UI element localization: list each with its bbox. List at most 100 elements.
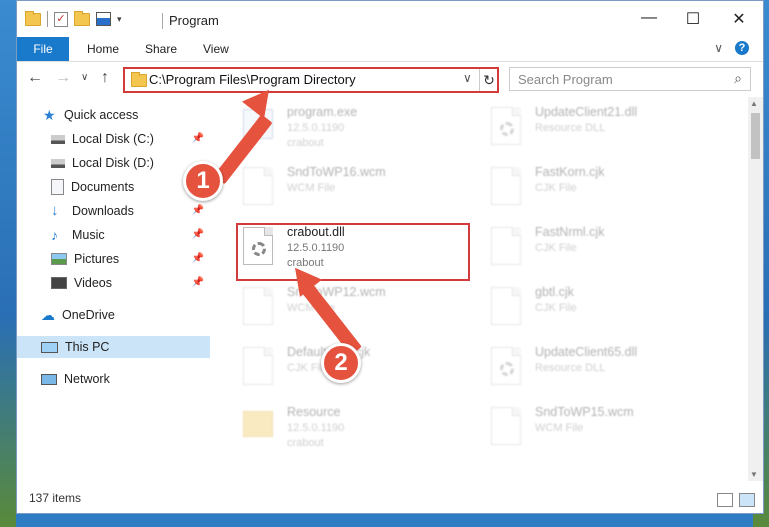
step-badge-2: 2	[321, 343, 361, 383]
ribbon-tabs: File Home Share View ∨ ?	[17, 37, 763, 62]
list-item[interactable]: SndToWP15.wcm WCM File	[487, 403, 717, 455]
music-icon: ♪	[51, 227, 58, 243]
refresh-button[interactable]: ↻	[479, 69, 498, 91]
close-button[interactable]: ✕	[719, 9, 759, 29]
pin-icon: 📌	[191, 253, 204, 264]
maximize-button[interactable]: ☐	[673, 9, 713, 29]
annotation-arrow-2	[283, 259, 367, 359]
scroll-down-icon[interactable]: ▼	[750, 470, 758, 479]
search-icon[interactable]: ⌕	[734, 70, 742, 87]
documents-icon	[51, 179, 64, 195]
item-count: 137 items	[29, 491, 82, 505]
title-bar: ✓ ▾ Program — ☐ ✕	[17, 1, 763, 37]
network-icon	[41, 373, 57, 385]
sidebar-item-network[interactable]: Network	[17, 368, 210, 390]
sidebar-item-label: Network	[64, 372, 110, 386]
list-item[interactable]: gbtl.cjk CJK File	[487, 283, 717, 335]
drive-icon	[51, 158, 65, 168]
large-icons-view-icon[interactable]	[739, 493, 755, 507]
file-name: SndToWP16.wcm	[287, 165, 386, 179]
quick-access-toolbar: ✓ ▾	[25, 10, 122, 27]
file-type: CJK File	[535, 182, 577, 194]
file-name: FastNrml.cjk	[535, 225, 605, 239]
dll-file-icon	[491, 107, 521, 145]
sidebar-item-label: Local Disk (D:)	[72, 156, 154, 170]
list-item[interactable]: UpdateClient65.dll Resource DLL	[487, 343, 717, 395]
new-folder-icon[interactable]	[74, 10, 90, 26]
sidebar-item-onedrive[interactable]: ☁ OneDrive	[17, 304, 210, 326]
file-name: Resource	[287, 405, 341, 419]
tab-view[interactable]: View	[203, 37, 229, 61]
step-badge-1: 1	[183, 161, 223, 201]
file-version: 12.5.0.1190	[287, 122, 345, 134]
file-name: gbtl.cjk	[535, 285, 574, 299]
sidebar-item-downloads[interactable]: ↓ Downloads 📌	[17, 200, 210, 222]
file-icon	[491, 167, 521, 205]
address-dropdown-icon[interactable]: ∨	[463, 71, 472, 85]
file-type: WCM File	[535, 422, 584, 434]
sidebar-item-local-disk-c[interactable]: Local Disk (C:) 📌	[17, 128, 210, 150]
desktop-background-left	[0, 0, 16, 527]
sidebar-item-music[interactable]: ♪ Music 📌	[17, 224, 210, 246]
navigation-bar: ← → ∨ ↑ C:\Program Files\Program Directo…	[17, 63, 763, 95]
sidebar-item-label: Music	[72, 228, 105, 242]
scrollbar-thumb[interactable]	[751, 113, 760, 159]
list-item[interactable]: FastNrml.cjk CJK File	[487, 223, 717, 275]
cloud-icon: ☁	[41, 307, 55, 323]
file-name: FastKorn.cjk	[535, 165, 605, 179]
scroll-up-icon[interactable]: ▲	[750, 99, 758, 108]
sidebar-item-label: Quick access	[64, 108, 139, 122]
sidebar-item-pictures[interactable]: Pictures 📌	[17, 248, 210, 270]
file-icon	[243, 347, 273, 385]
sidebar-item-this-pc[interactable]: This PC	[17, 336, 210, 358]
download-icon: ↓	[51, 202, 59, 219]
vertical-scrollbar[interactable]: ▲ ▼	[748, 97, 763, 481]
list-item[interactable]: Resource 12.5.0.1190 crabout	[239, 403, 469, 455]
address-bar[interactable]: C:\Program Files\Program Directory ∨ ↻	[123, 67, 499, 93]
help-icon[interactable]: ?	[735, 41, 749, 55]
file-type: Resource DLL	[535, 362, 606, 374]
search-placeholder: Search Program	[518, 72, 613, 87]
sidebar-item-label: Downloads	[72, 204, 134, 218]
sidebar-item-label: Videos	[74, 276, 112, 290]
star-icon: ★	[43, 107, 56, 123]
folder-icon	[25, 10, 41, 26]
list-item[interactable]: FastKorn.cjk CJK File	[487, 163, 717, 215]
pictures-icon	[51, 253, 67, 265]
properties-check-icon[interactable]: ✓	[54, 11, 68, 27]
file-type: CJK File	[535, 242, 577, 254]
tab-file[interactable]: File	[17, 37, 69, 61]
details-view-icon[interactable]	[717, 493, 733, 507]
tab-home[interactable]: Home	[87, 37, 119, 61]
explorer-window: ✓ ▾ Program — ☐ ✕ File Home Share View ∨…	[16, 0, 764, 514]
back-button[interactable]: ←	[27, 69, 43, 87]
divider	[47, 11, 48, 27]
list-item[interactable]: UpdateClient21.dll Resource DLL	[487, 103, 717, 155]
search-input[interactable]: Search Program ⌕	[509, 67, 751, 91]
file-version: 12.5.0.1190	[287, 422, 345, 434]
file-name: UpdateClient65.dll	[535, 345, 638, 359]
sidebar-item-documents[interactable]: Documents 📌	[17, 176, 210, 198]
file-name: program.exe	[287, 105, 358, 119]
address-path[interactable]: C:\Program Files\Program Directory	[149, 72, 356, 87]
up-button[interactable]: ↑	[101, 69, 109, 87]
pin-icon: 📌	[191, 205, 204, 216]
sidebar-item-quick-access[interactable]: ★ Quick access	[17, 104, 210, 126]
annotation-arrow-1	[213, 81, 293, 189]
minimize-button[interactable]: —	[629, 9, 669, 27]
recent-locations-button[interactable]: ∨	[81, 72, 88, 83]
pin-icon: 📌	[191, 133, 204, 144]
gear-icon	[500, 122, 514, 136]
file-type: CJK File	[535, 302, 577, 314]
pin-icon: 📌	[191, 229, 204, 240]
ribbon-expand-icon[interactable]: ∨	[714, 41, 723, 55]
navigation-pane: ★ Quick access Local Disk (C:) 📌 Local D…	[17, 101, 210, 481]
file-icon	[243, 287, 273, 325]
forward-button[interactable]: →	[55, 69, 71, 87]
sidebar-item-label: This PC	[65, 340, 110, 354]
sidebar-item-videos[interactable]: Videos 📌	[17, 272, 210, 294]
tab-share[interactable]: Share	[145, 37, 177, 61]
customize-toolbar-icon[interactable]	[96, 12, 111, 26]
sidebar-item-local-disk-d[interactable]: Local Disk (D:)	[17, 152, 210, 174]
toolbar-dropdown-icon[interactable]: ▾	[117, 14, 122, 25]
